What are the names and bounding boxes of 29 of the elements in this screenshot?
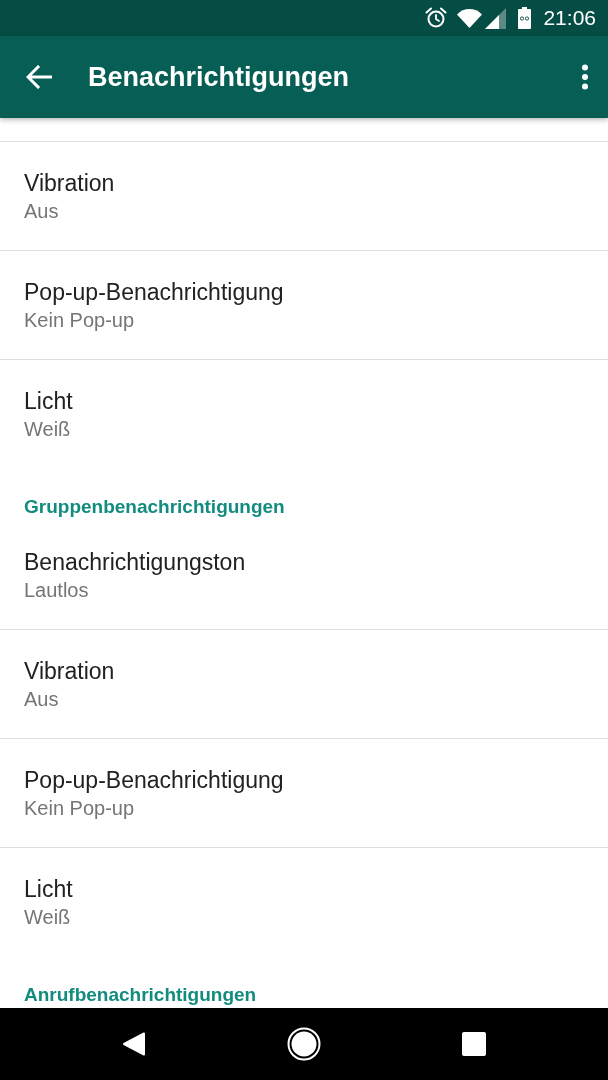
battery-icon [518, 7, 532, 29]
wifi-icon [457, 8, 483, 28]
back-button[interactable] [26, 65, 52, 89]
setting-value: Lautlos [24, 578, 89, 603]
home-circle-icon [287, 1027, 321, 1061]
setting-title: Licht [24, 875, 73, 904]
setting-title: Licht [24, 387, 73, 416]
more-options-button[interactable] [580, 64, 590, 90]
toolbar-title: Benachrichtigungen [88, 61, 350, 94]
back-triangle-icon [123, 1032, 145, 1056]
setting-title: Benachrichtigungston [24, 548, 246, 577]
setting-value: Kein Pop-up [24, 308, 135, 333]
setting-title: Vibration [24, 657, 115, 686]
more-vertical-icon [580, 64, 590, 90]
setting-title: Pop-up-Benachrichtigung [24, 278, 284, 307]
back-arrow-icon [26, 65, 52, 89]
square-icon [462, 1032, 486, 1056]
section-header: Anrufbenachrichtigungen [24, 985, 257, 1004]
alarm-clock-icon [425, 7, 448, 29]
setting-value: Aus [24, 687, 59, 712]
setting-title: Vibration [24, 169, 115, 198]
setting-value: Weiß [24, 905, 71, 930]
setting-title: Pop-up-Benachrichtigung [24, 766, 284, 795]
signal-icon [485, 7, 507, 29]
section-header: Gruppenbenachrichtigungen [24, 497, 285, 516]
setting-value: Aus [24, 199, 59, 224]
setting-value: Kein Pop-up [24, 796, 135, 821]
setting-value: Weiß [24, 417, 71, 442]
status-time: 21:06 [543, 6, 596, 30]
